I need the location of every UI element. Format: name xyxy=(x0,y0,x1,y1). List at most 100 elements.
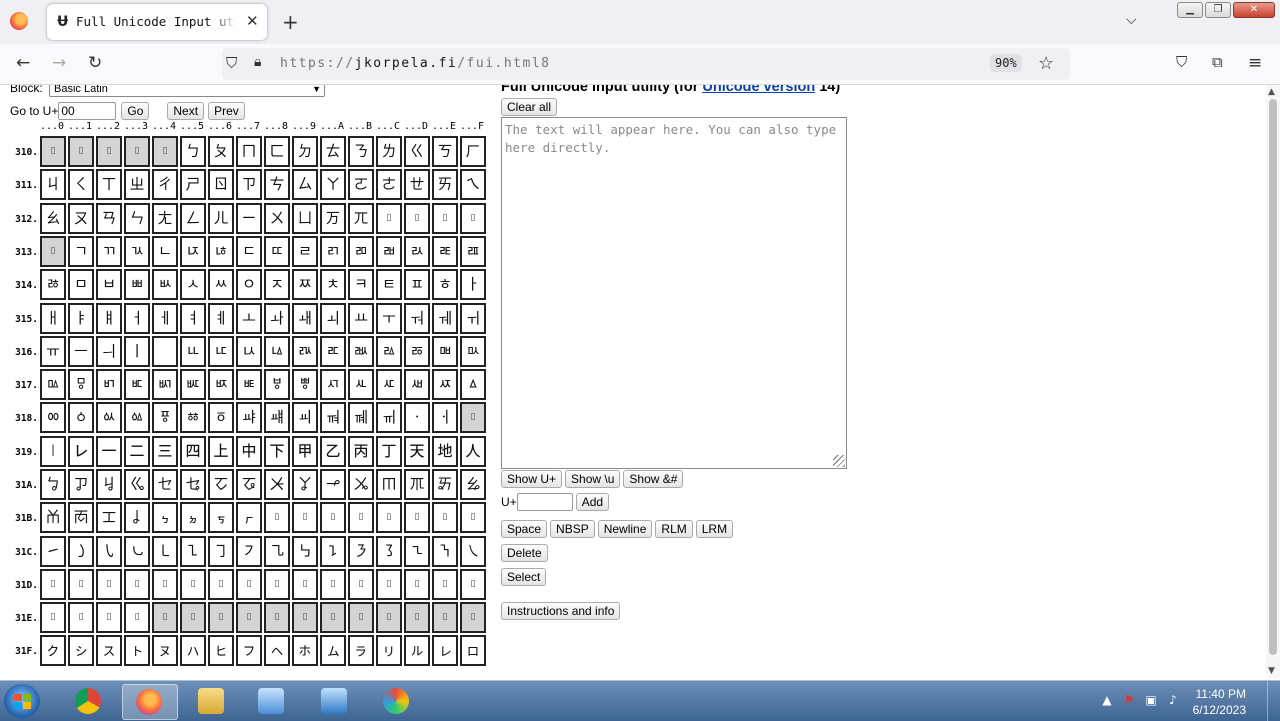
char-cell[interactable]: ▯ xyxy=(180,569,206,600)
go-button[interactable]: Go xyxy=(121,102,150,120)
char-cell[interactable]: ▯ xyxy=(152,569,178,600)
char-cell[interactable]: ㇻ xyxy=(348,635,374,666)
char-cell[interactable]: ㆢ xyxy=(96,469,122,500)
char-cell[interactable]: ㆂ xyxy=(96,402,122,433)
space-button[interactable]: Space xyxy=(501,520,548,538)
char-cell[interactable]: ㆭ xyxy=(404,469,430,500)
char-cell[interactable]: ㅷ xyxy=(236,369,262,400)
char-cell[interactable]: ㆌ xyxy=(376,402,402,433)
char-cell[interactable]: ▯ xyxy=(376,602,402,633)
nbsp-button[interactable]: NBSP xyxy=(550,520,595,538)
char-cell[interactable]: ㆱ xyxy=(68,502,94,533)
text-output-area[interactable]: The text will appear here. You can also … xyxy=(501,117,847,469)
char-cell[interactable]: ㅨ xyxy=(264,336,290,367)
char-cell[interactable]: ▯ xyxy=(40,236,66,267)
char-cell[interactable]: ㄟ xyxy=(460,169,486,200)
char-cell[interactable]: ▯ xyxy=(208,602,234,633)
char-cell[interactable]: ㆘ xyxy=(264,436,290,467)
show-u-button[interactable]: Show \u xyxy=(565,470,621,488)
char-cell[interactable]: ㇴ xyxy=(152,635,178,666)
char-cell[interactable]: ㅟ xyxy=(460,303,486,334)
char-cell[interactable]: ▯ xyxy=(404,203,430,234)
char-cell[interactable]: ▯ xyxy=(40,136,66,167)
char-cell[interactable]: ㄢ xyxy=(96,203,122,234)
char-cell[interactable]: ▯ xyxy=(152,602,178,633)
char-cell[interactable]: ㆦ xyxy=(208,469,234,500)
char-cell[interactable]: ㄋ xyxy=(348,136,374,167)
menu-icon[interactable]: ≡ xyxy=(1248,53,1262,73)
char-cell[interactable]: ㆟ xyxy=(460,436,486,467)
char-cell[interactable]: ㅍ xyxy=(404,269,430,300)
char-cell[interactable]: ㄲ xyxy=(96,236,122,267)
char-cell[interactable]: ▯ xyxy=(68,136,94,167)
char-cell[interactable]: ㄉ xyxy=(292,136,318,167)
char-cell[interactable]: ㆵ xyxy=(180,502,206,533)
char-cell[interactable]: ▯ xyxy=(320,569,346,600)
char-cell[interactable]: ㅾ xyxy=(432,369,458,400)
scroll-down-icon[interactable]: ▼ xyxy=(1268,666,1275,676)
char-cell[interactable]: ㄵ xyxy=(180,236,206,267)
char-cell[interactable]: ㆤ xyxy=(152,469,178,500)
char-cell[interactable]: ㇄ xyxy=(152,536,178,567)
char-cell[interactable]: ㄞ xyxy=(432,169,458,200)
char-cell[interactable]: ㆚ xyxy=(320,436,346,467)
char-cell[interactable]: ㆃ xyxy=(124,402,150,433)
char-cell[interactable]: ㆓ xyxy=(124,436,150,467)
char-cell[interactable]: ㄦ xyxy=(208,203,234,234)
char-cell[interactable]: ㅢ xyxy=(96,336,122,367)
char-cell[interactable]: ㅖ xyxy=(208,303,234,334)
char-cell[interactable]: ㅇ xyxy=(236,269,262,300)
char-cell[interactable]: ㅊ xyxy=(320,269,346,300)
char-cell[interactable]: ㄺ xyxy=(320,236,346,267)
char-cell[interactable]: ▯ xyxy=(376,203,402,234)
zoom-level[interactable]: 90% xyxy=(990,54,1022,72)
char-cell[interactable]: ㇏ xyxy=(460,536,486,567)
char-cell[interactable]: ▯ xyxy=(432,569,458,600)
char-cell[interactable]: ㄱ xyxy=(68,236,94,267)
select-button[interactable]: Select xyxy=(501,568,547,586)
char-cell[interactable]: ㅕ xyxy=(180,303,206,334)
char-cell[interactable]: ▯ xyxy=(152,136,178,167)
block-select[interactable]: Basic Latin ▼ xyxy=(49,85,326,97)
char-cell[interactable]: ㅽ xyxy=(404,369,430,400)
char-cell[interactable]: ▯ xyxy=(124,602,150,633)
char-cell[interactable]: ㅩ xyxy=(292,336,318,367)
codepoint-input[interactable] xyxy=(516,493,573,511)
char-cell[interactable]: ㆀ xyxy=(40,402,66,433)
char-cell[interactable]: ㄣ xyxy=(124,203,150,234)
char-cell[interactable] xyxy=(152,336,178,367)
char-cell[interactable]: ㆞ xyxy=(432,436,458,467)
char-cell[interactable]: ㆐ xyxy=(40,436,66,467)
char-cell[interactable]: ▯ xyxy=(460,602,486,633)
char-cell[interactable]: ▯ xyxy=(404,569,430,600)
char-cell[interactable]: ㆩ xyxy=(292,469,318,500)
char-cell[interactable]: ㆒ xyxy=(96,436,122,467)
char-cell[interactable]: ㄥ xyxy=(180,203,206,234)
char-cell[interactable]: ㅿ xyxy=(460,369,486,400)
char-cell[interactable]: ▯ xyxy=(348,602,374,633)
char-cell[interactable]: ㄝ xyxy=(404,169,430,200)
char-cell[interactable]: ㄚ xyxy=(320,169,346,200)
char-cell[interactable]: ㅭ xyxy=(404,336,430,367)
char-cell[interactable]: ㅙ xyxy=(292,303,318,334)
char-cell[interactable]: ㅵ xyxy=(180,369,206,400)
char-cell[interactable]: ㄕ xyxy=(180,169,206,200)
char-cell[interactable]: ▯ xyxy=(124,569,150,600)
char-cell[interactable]: ㆠ xyxy=(40,469,66,500)
char-cell[interactable]: ㇇ xyxy=(236,536,262,567)
char-cell[interactable]: ㆋ xyxy=(348,402,374,433)
char-cell[interactable]: ▯ xyxy=(96,136,122,167)
char-cell[interactable]: ㄷ xyxy=(236,236,262,267)
next-button[interactable]: Next xyxy=(167,102,205,120)
char-cell[interactable]: ㆈ xyxy=(264,402,290,433)
char-cell[interactable]: ㇁ xyxy=(68,536,94,567)
char-cell[interactable]: ㄎ xyxy=(432,136,458,167)
char-cell[interactable]: ㇉ xyxy=(292,536,318,567)
char-cell[interactable]: ㅅ xyxy=(180,269,206,300)
back-arrow-icon[interactable]: ← xyxy=(16,53,30,73)
char-cell[interactable]: ㆛ xyxy=(348,436,374,467)
prev-button[interactable]: Prev xyxy=(208,102,245,120)
char-cell[interactable]: ▯ xyxy=(292,502,318,533)
scroll-thumb[interactable] xyxy=(1269,99,1277,655)
char-cell[interactable]: ㅪ xyxy=(320,336,346,367)
